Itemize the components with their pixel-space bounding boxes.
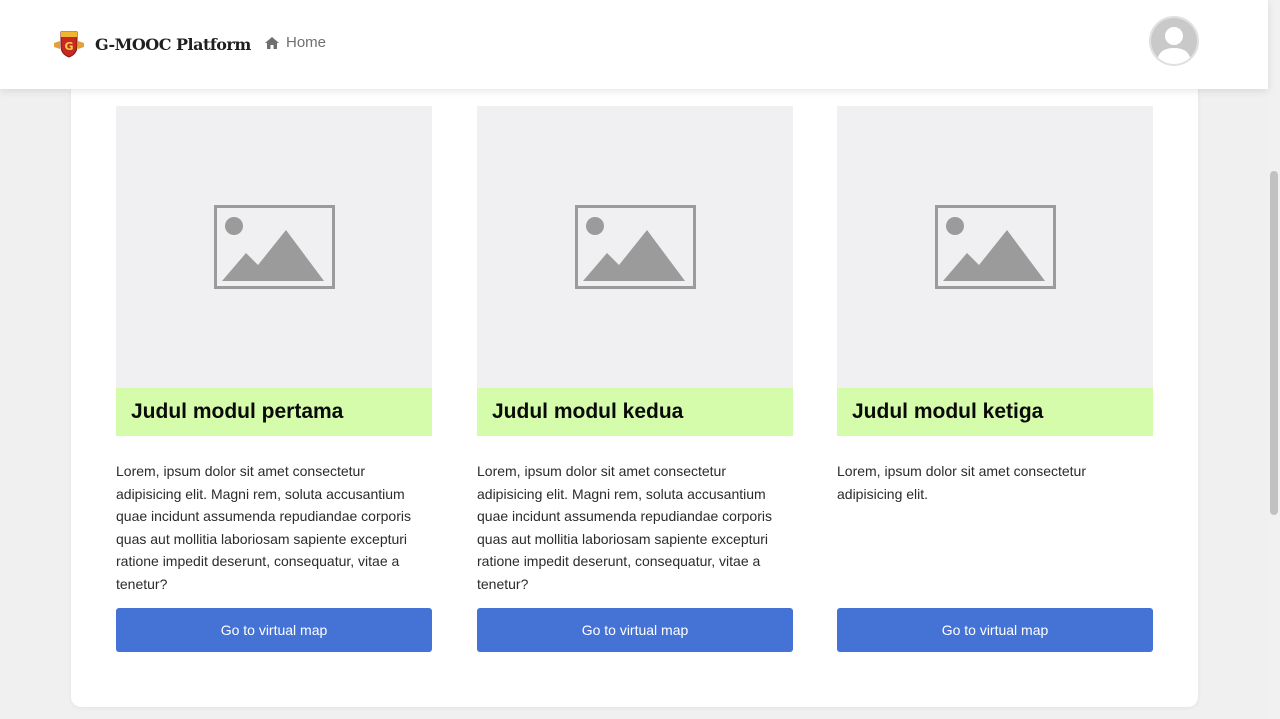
page-scrollbar[interactable] <box>1268 0 1280 719</box>
go-to-virtual-map-button[interactable]: Go to virtual map <box>116 608 432 652</box>
module-thumbnail <box>116 106 432 388</box>
go-to-virtual-map-button[interactable]: Go to virtual map <box>477 608 793 652</box>
user-avatar-icon[interactable] <box>1149 16 1199 66</box>
module-card: Judul modul pertama Lorem, ipsum dolor s… <box>116 106 432 652</box>
g-mooc-logo-icon: G <box>54 31 84 58</box>
module-title: Judul modul pertama <box>116 388 432 436</box>
top-navbar: G G-MOOC Platform Home <box>0 0 1268 89</box>
module-description: Lorem, ipsum dolor sit amet consectetur … <box>477 463 772 592</box>
module-card: Judul modul ketiga Lorem, ipsum dolor si… <box>837 106 1153 652</box>
nav-home-label: Home <box>286 34 327 51</box>
go-to-virtual-map-button[interactable]: Go to virtual map <box>837 608 1153 652</box>
module-description: Lorem, ipsum dolor sit amet consectetur … <box>837 463 1086 502</box>
module-title: Judul modul ketiga <box>837 388 1153 436</box>
nav-home-link[interactable]: Home <box>264 34 326 51</box>
svg-text:G: G <box>64 40 73 53</box>
modules-container: Judul modul pertama Lorem, ipsum dolor s… <box>71 60 1198 707</box>
module-thumbnail <box>477 106 793 388</box>
module-title: Judul modul kedua <box>477 388 793 436</box>
image-placeholder-icon <box>574 205 696 289</box>
image-placeholder-icon <box>934 205 1056 289</box>
brand[interactable]: G G-MOOC Platform <box>52 29 251 59</box>
home-icon <box>265 36 279 49</box>
scrollbar-thumb[interactable] <box>1270 171 1278 515</box>
image-placeholder-icon <box>213 205 335 289</box>
module-description: Lorem, ipsum dolor sit amet consectetur … <box>116 463 411 592</box>
brand-name: G-MOOC Platform <box>95 34 251 54</box>
module-thumbnail <box>837 106 1153 388</box>
module-card: Judul modul kedua Lorem, ipsum dolor sit… <box>477 106 793 652</box>
